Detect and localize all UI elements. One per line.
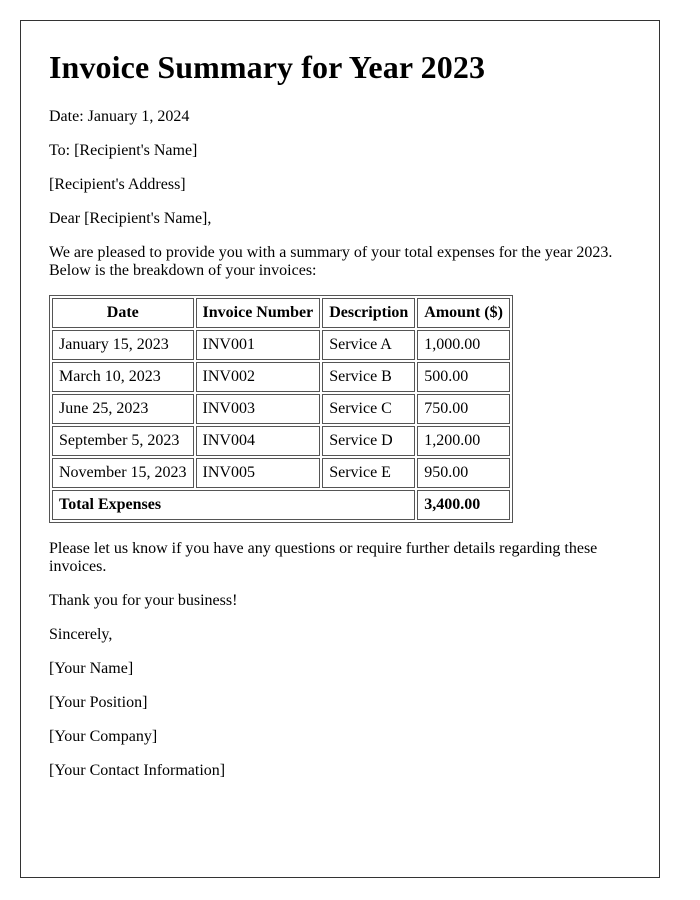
header-description: Description xyxy=(322,298,416,328)
closing-note: Please let us know if you have any quest… xyxy=(49,540,598,575)
table-row: January 15, 2023 INV001 Service A 1,000.… xyxy=(52,330,510,360)
cell-invoice: INV001 xyxy=(195,330,321,360)
cell-invoice: INV003 xyxy=(195,394,321,424)
signoff: Sincerely, xyxy=(49,626,113,643)
table-header-row: Date Invoice Number Description Amount (… xyxy=(52,298,510,328)
cell-invoice: INV002 xyxy=(195,362,321,392)
sender-position: [Your Position] xyxy=(49,694,148,711)
table-row: November 15, 2023 INV005 Service E 950.0… xyxy=(52,458,510,488)
recipient-name-line: To: [Recipient's Name] xyxy=(49,142,198,159)
cell-amount: 500.00 xyxy=(417,362,510,392)
header-date: Date xyxy=(52,298,194,328)
thanks-line: Thank you for your business! xyxy=(49,592,238,609)
header-amount: Amount ($) xyxy=(417,298,510,328)
header-invoice-number: Invoice Number xyxy=(195,298,321,328)
cell-amount: 750.00 xyxy=(417,394,510,424)
recipient-address-line: [Recipient's Address] xyxy=(49,176,186,193)
cell-invoice: INV005 xyxy=(195,458,321,488)
cell-description: Service C xyxy=(322,394,416,424)
total-value: 3,400.00 xyxy=(417,490,510,520)
cell-date: March 10, 2023 xyxy=(52,362,194,392)
total-label: Total Expenses xyxy=(52,490,416,520)
sender-contact: [Your Contact Information] xyxy=(49,762,226,779)
cell-amount: 1,200.00 xyxy=(417,426,510,456)
page-title: Invoice Summary for Year 2023 xyxy=(49,49,486,85)
total-row: Total Expenses 3,400.00 xyxy=(52,490,510,520)
intro-paragraph: We are pleased to provide you with a sum… xyxy=(49,244,613,279)
cell-invoice: INV004 xyxy=(195,426,321,456)
cell-amount: 950.00 xyxy=(417,458,510,488)
cell-description: Service A xyxy=(322,330,416,360)
cell-description: Service B xyxy=(322,362,416,392)
greeting: Dear [Recipient's Name], xyxy=(49,210,212,227)
cell-date: September 5, 2023 xyxy=(52,426,194,456)
cell-description: Service E xyxy=(322,458,416,488)
table-row: September 5, 2023 INV004 Service D 1,200… xyxy=(52,426,510,456)
cell-date: June 25, 2023 xyxy=(52,394,194,424)
table-row: June 25, 2023 INV003 Service C 750.00 xyxy=(52,394,510,424)
cell-amount: 1,000.00 xyxy=(417,330,510,360)
letter-page: Invoice Summary for Year 2023 Date: Janu… xyxy=(20,20,660,878)
invoice-table: Date Invoice Number Description Amount (… xyxy=(49,295,513,523)
sender-name: [Your Name] xyxy=(49,660,134,677)
cell-date: November 15, 2023 xyxy=(52,458,194,488)
table-row: March 10, 2023 INV002 Service B 500.00 xyxy=(52,362,510,392)
cell-description: Service D xyxy=(322,426,416,456)
sender-company: [Your Company] xyxy=(49,728,158,745)
cell-date: January 15, 2023 xyxy=(52,330,194,360)
date-line: Date: January 1, 2024 xyxy=(49,108,190,125)
